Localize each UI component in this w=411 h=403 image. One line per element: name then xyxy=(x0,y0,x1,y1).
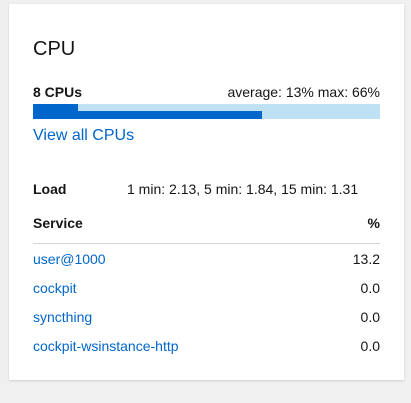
cpu-average-bar xyxy=(33,104,79,111)
service-table-header: Service % xyxy=(33,213,380,244)
service-percent: 13.2 xyxy=(352,251,380,267)
table-row: cockpit-wsinstance-http 0.0 xyxy=(33,337,380,366)
service-percent: 0.0 xyxy=(360,338,380,354)
card-title: CPU xyxy=(33,38,76,60)
service-percent: 0.0 xyxy=(360,280,380,296)
table-row: user@1000 13.2 xyxy=(33,250,380,279)
table-row: syncthing 0.0 xyxy=(33,308,380,337)
service-column-header: Service xyxy=(33,215,83,231)
load-value: 1 min: 2.13, 5 min: 1.84, 15 min: 1.31 xyxy=(127,181,359,197)
service-link[interactable]: user@1000 xyxy=(33,250,106,268)
view-all-cpus-link[interactable]: View all CPUs xyxy=(33,126,134,146)
service-link[interactable]: cockpit xyxy=(33,279,77,297)
service-link[interactable]: syncthing xyxy=(33,308,92,326)
cpu-usage-stats: average: 13% max: 66% xyxy=(227,84,380,100)
cpu-count-label: 8 CPUs xyxy=(33,84,83,100)
load-label: Load xyxy=(33,181,67,197)
service-link[interactable]: cockpit-wsinstance-http xyxy=(33,337,179,355)
cpu-max-bar xyxy=(33,111,263,119)
table-row: cockpit 0.0 xyxy=(33,279,380,308)
cpu-usage-bar xyxy=(33,104,380,119)
percent-column-header: % xyxy=(367,215,380,231)
cpu-card: CPU 8 CPUs average: 13% max: 66% View al… xyxy=(9,4,404,380)
service-percent: 0.0 xyxy=(360,309,380,325)
cpu-usage-header: 8 CPUs average: 13% max: 66% xyxy=(33,83,380,101)
service-table: Service % user@1000 13.2 cockpit 0.0 syn… xyxy=(33,213,380,366)
